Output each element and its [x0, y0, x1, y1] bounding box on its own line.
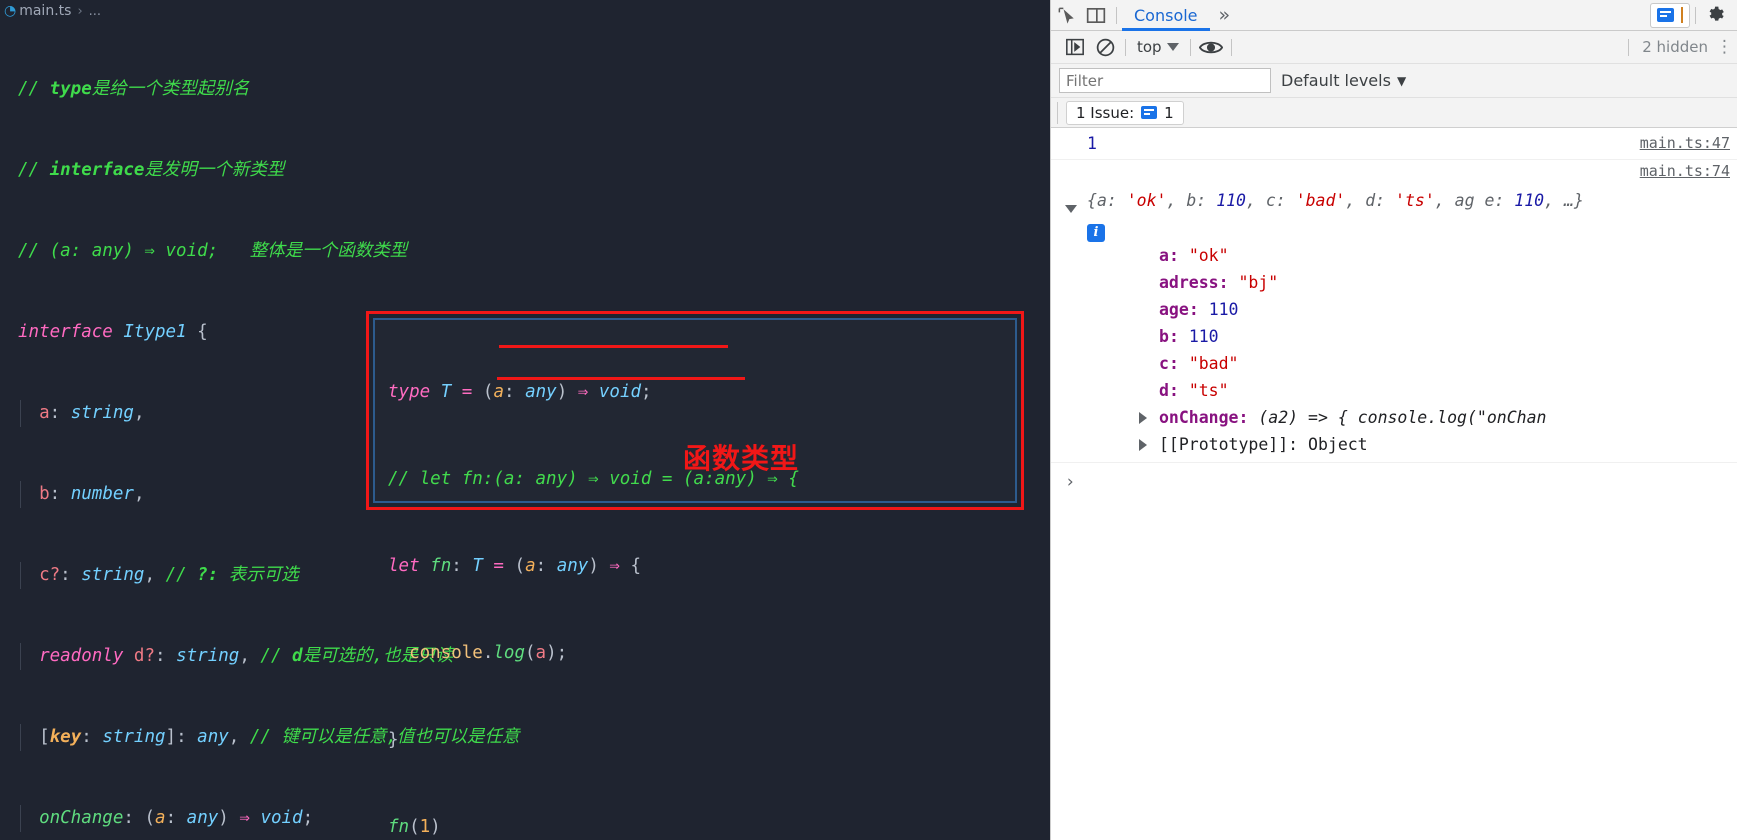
console-filter-bar[interactable]: Default levels ▼: [1051, 64, 1737, 98]
expand-triangle-icon[interactable]: [1065, 205, 1077, 213]
issue-chip-count: 1: [1164, 103, 1174, 122]
breadcrumb-file[interactable]: main.ts: [19, 3, 71, 19]
console-value: 1: [1087, 134, 1097, 153]
log-levels-selector[interactable]: Default levels ▼: [1281, 71, 1406, 90]
issue-count-chip[interactable]: 1 Issue: 1: [1066, 100, 1184, 125]
log-levels-label: Default levels: [1281, 71, 1391, 90]
console-source-link[interactable]: main.ts:47: [1640, 130, 1730, 157]
execution-context-selector[interactable]: top: [1131, 38, 1185, 56]
info-icon[interactable]: i: [1087, 224, 1105, 242]
toolbar-divider: [1057, 101, 1058, 124]
console-source-link[interactable]: main.ts:74: [1640, 162, 1730, 180]
more-tabs-icon[interactable]: »: [1210, 4, 1240, 26]
breadcrumb-separator-icon: ›: [77, 3, 83, 19]
code-line[interactable]: // (a: any) ⇒ void; 整体是一个函数类型: [0, 238, 1050, 265]
hidden-count-label: 2 hidden: [1642, 38, 1708, 56]
breadcrumb-more[interactable]: ...: [89, 4, 101, 19]
console-toolbar[interactable]: top 2 hidden ⋮: [1051, 31, 1737, 64]
filter-input[interactable]: [1059, 68, 1271, 93]
preview-key: ag e: [1454, 191, 1495, 210]
console-row-value[interactable]: 1 main.ts:47: [1051, 128, 1737, 160]
devtools-tabbar[interactable]: Console »: [1051, 0, 1737, 31]
preview-value: 'ok': [1126, 191, 1167, 210]
preview-value: 'bad': [1295, 191, 1346, 210]
highlighted-snippet[interactable]: type T = (a: any) ⇒ void; // let fn:(a: …: [388, 320, 799, 840]
issue-message-icon: [1141, 106, 1158, 119]
toolbar-divider: [1695, 6, 1696, 24]
devtools-panel[interactable]: Console » top 2 hidden ⋮ Filter Default …: [1050, 0, 1737, 840]
snippet-line[interactable]: type T = (a: any) ⇒ void;: [388, 378, 799, 407]
chevron-down-icon: ▼: [1396, 73, 1407, 88]
code-line[interactable]: // type是给一个类型起别名: [0, 76, 1050, 103]
toolbar-divider: [1230, 38, 1232, 56]
snippet-line[interactable]: fn(1): [388, 813, 799, 840]
code-line[interactable]: // interface是发明一个新类型: [0, 157, 1050, 184]
object-property[interactable]: a: "ok": [1087, 242, 1737, 269]
console-issues-bar[interactable]: 1 Issue: 1: [1051, 98, 1737, 128]
issue-message-icon: [1657, 8, 1674, 22]
object-property[interactable]: [[Prototype]]: Object: [1087, 431, 1737, 458]
preview-value: 110: [1514, 191, 1545, 210]
execution-context-label: top: [1137, 38, 1162, 56]
expand-triangle-icon[interactable]: [1139, 439, 1147, 451]
expand-triangle-icon[interactable]: [1139, 412, 1147, 424]
issues-indicator-button[interactable]: [1650, 2, 1690, 28]
typescript-file-icon: ◔: [4, 3, 17, 19]
tabbar-right-actions[interactable]: [1650, 2, 1737, 28]
snippet-line[interactable]: }: [388, 726, 799, 755]
screenshot-root: ◔ main.ts › ... // type是给一个类型起别名 // inte…: [0, 0, 1737, 840]
chevron-down-icon: [1166, 43, 1179, 51]
tab-console[interactable]: Console: [1122, 0, 1210, 31]
object-property[interactable]: adress: "bj": [1087, 269, 1737, 296]
console-row-object[interactable]: main.ts:74 {a: 'ok', b: 110, c: 'bad', d…: [1051, 160, 1737, 463]
console-output[interactable]: 1 main.ts:47 main.ts:74 {a: 'ok', b: 110…: [1051, 128, 1737, 840]
object-property[interactable]: c: "bad": [1087, 350, 1737, 377]
kebab-menu-icon[interactable]: ⋮: [1716, 38, 1733, 56]
object-property[interactable]: age: 110: [1087, 296, 1737, 323]
live-expression-icon[interactable]: [1196, 34, 1226, 60]
object-property[interactable]: d: "ts": [1087, 377, 1737, 404]
clear-console-icon[interactable]: [1090, 34, 1120, 60]
toolbar-divider: [1125, 38, 1126, 56]
red-underline-2: [497, 377, 745, 380]
toolbar-divider: [1189, 38, 1191, 56]
hidden-messages-indicator[interactable]: 2 hidden ⋮: [1623, 38, 1737, 56]
preview-value: 110: [1216, 191, 1246, 210]
issue-cursor-bar: [1681, 7, 1683, 23]
prompt-chevron-icon: ›: [1065, 472, 1076, 492]
breadcrumb[interactable]: ◔ main.ts › ...: [0, 0, 1050, 22]
snippet-line[interactable]: console.log(a);: [388, 639, 799, 668]
annotation-label: 函数类型: [683, 442, 800, 475]
red-underline-1: [499, 345, 728, 348]
object-preview[interactable]: {a: 'ok', b: 110, c: 'bad', d: 'ts', ag …: [1087, 187, 1597, 242]
snippet-line[interactable]: let fn: T = (a: any) ⇒ {: [388, 552, 799, 581]
toolbar-divider: [1116, 6, 1117, 24]
code-editor-pane[interactable]: ◔ main.ts › ... // type是给一个类型起别名 // inte…: [0, 0, 1050, 840]
device-toolbar-icon[interactable]: [1081, 2, 1111, 28]
gear-icon[interactable]: [1701, 2, 1731, 28]
object-property[interactable]: onChange: (a2) => { console.log("onChan: [1087, 404, 1737, 431]
object-property[interactable]: b: 110: [1087, 323, 1737, 350]
toolbar-divider: [1628, 38, 1630, 56]
preview-value: 'ts': [1395, 191, 1435, 210]
preview-brace: {: [1087, 191, 1097, 210]
console-sidebar-icon[interactable]: [1060, 34, 1090, 60]
issue-chip-label: 1 Issue:: [1076, 103, 1135, 122]
inspect-element-icon[interactable]: [1051, 2, 1081, 28]
preview-ellipsis: …}: [1563, 191, 1584, 210]
